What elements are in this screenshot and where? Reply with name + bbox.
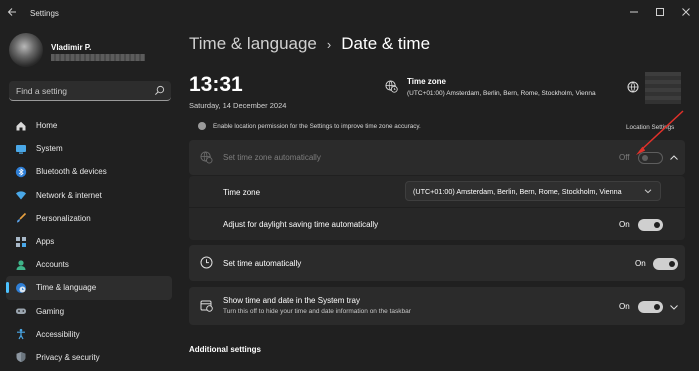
- minimize-button[interactable]: [621, 4, 647, 20]
- chevron-down-icon[interactable]: [669, 302, 679, 312]
- system-tray-description: Turn this off to hide your time and date…: [223, 308, 411, 315]
- wifi-icon: [15, 189, 27, 201]
- timezone-summary-title: Time zone: [407, 77, 446, 86]
- globe-clock-icon: [15, 282, 27, 294]
- auto-timezone-label: Set time zone automatically: [223, 153, 321, 162]
- sidebar-item-label: Accounts: [36, 260, 69, 270]
- search-icon: [155, 85, 165, 95]
- page-title: Date & time: [341, 34, 431, 53]
- auto-time-state: On: [635, 259, 646, 268]
- globe-icon: [627, 81, 639, 93]
- chevron-down-icon: [644, 189, 652, 194]
- sidebar-item-system[interactable]: System: [6, 137, 172, 160]
- profile-email-redacted: [51, 54, 145, 61]
- divider: [189, 207, 685, 208]
- current-date: Saturday, 14 December 2024: [189, 101, 287, 110]
- chevron-up-icon[interactable]: [669, 153, 679, 163]
- sidebar-item-label: Network & internet: [36, 190, 102, 200]
- search-input[interactable]: Find a setting: [9, 81, 171, 101]
- sidebar-item-label: Accessibility: [36, 329, 80, 339]
- sidebar-item-home[interactable]: Home: [6, 114, 172, 137]
- sidebar-item-label: Home: [36, 121, 58, 131]
- system-tray-card[interactable]: Show time and date in the System tray Tu…: [189, 287, 685, 325]
- apps-icon: [15, 236, 27, 248]
- timezone-sync-icon: [200, 151, 213, 164]
- auto-timezone-card[interactable]: Set time zone automatically Off: [189, 140, 685, 175]
- breadcrumb-separator: ›: [326, 36, 332, 52]
- dst-label: Adjust for daylight saving time automati…: [223, 220, 379, 229]
- sidebar-item-label: Apps: [36, 237, 55, 247]
- calendar-clock-icon: [200, 300, 213, 312]
- additional-clock-redacted: [645, 72, 681, 104]
- location-settings-link[interactable]: Location Settings: [626, 124, 674, 131]
- system-tray-state: On: [619, 302, 630, 311]
- close-button[interactable]: [673, 4, 699, 20]
- maximize-icon: [656, 8, 664, 16]
- system-tray-toggle[interactable]: [638, 301, 663, 313]
- location-notice: Enable location permission for the Setti…: [198, 122, 421, 130]
- breadcrumb-parent[interactable]: Time & language: [189, 34, 317, 54]
- sidebar-item-privacy[interactable]: Privacy & security: [6, 346, 172, 369]
- sidebar-item-label: Bluetooth & devices: [36, 167, 107, 177]
- timezone-icon: [385, 80, 398, 93]
- sidebar-item-label: Time & language: [36, 283, 97, 293]
- shield-icon: [15, 351, 27, 363]
- brush-icon: [15, 212, 27, 224]
- breadcrumb: Time & language › Date & time: [189, 34, 430, 54]
- sidebar-item-time-language[interactable]: Time & language: [6, 276, 172, 300]
- person-icon: [15, 259, 27, 271]
- info-icon: [198, 122, 206, 130]
- location-notice-text: Enable location permission for the Setti…: [213, 122, 421, 130]
- sidebar-item-personalization[interactable]: Personalization: [6, 207, 172, 230]
- sidebar-item-label: System: [36, 144, 63, 154]
- clock-icon: [200, 256, 213, 269]
- minimize-icon: [630, 11, 638, 13]
- accessibility-icon: [15, 328, 27, 340]
- auto-time-toggle[interactable]: [653, 258, 678, 270]
- sidebar-item-apps[interactable]: Apps: [6, 230, 172, 253]
- auto-timezone-toggle[interactable]: [638, 152, 663, 164]
- dst-toggle[interactable]: [638, 219, 663, 231]
- timezone-dropdown[interactable]: (UTC+01:00) Amsterdam, Berlin, Bern, Rom…: [405, 181, 661, 201]
- current-time: 13:31: [189, 73, 243, 96]
- dst-state: On: [619, 220, 630, 229]
- sidebar-item-label: Privacy & security: [36, 352, 100, 362]
- bluetooth-icon: [15, 166, 27, 178]
- auto-timezone-state: Off: [619, 153, 630, 162]
- sidebar-item-gaming[interactable]: Gaming: [6, 300, 172, 323]
- auto-time-label: Set time automatically: [223, 259, 302, 268]
- back-arrow-icon[interactable]: [6, 7, 18, 19]
- additional-settings-heading: Additional settings: [189, 345, 261, 354]
- sidebar-item-label: Personalization: [36, 213, 91, 223]
- avatar[interactable]: [9, 33, 43, 67]
- gamepad-icon: [15, 305, 27, 317]
- close-icon: [682, 8, 690, 16]
- timezone-label: Time zone: [223, 188, 261, 197]
- maximize-button[interactable]: [647, 4, 673, 20]
- system-tray-label: Show time and date in the System tray: [223, 296, 360, 305]
- sidebar-nav: Home System Bluetooth & devices Network …: [6, 114, 172, 369]
- sidebar-item-accessibility[interactable]: Accessibility: [6, 323, 172, 346]
- sidebar-item-network[interactable]: Network & internet: [6, 184, 172, 207]
- title-bar: Settings: [0, 0, 699, 26]
- home-icon: [15, 120, 27, 132]
- sidebar-item-accounts[interactable]: Accounts: [6, 253, 172, 276]
- timezone-summary-value: (UTC+01:00) Amsterdam, Berlin, Bern, Rom…: [407, 90, 596, 97]
- profile-name: Vladimir P.: [51, 43, 92, 52]
- app-title: Settings: [30, 9, 59, 18]
- timezone-dropdown-value: (UTC+01:00) Amsterdam, Berlin, Bern, Rom…: [413, 187, 622, 196]
- auto-time-card: Set time automatically On: [189, 245, 685, 281]
- search-placeholder: Find a setting: [16, 86, 68, 96]
- sidebar-item-bluetooth[interactable]: Bluetooth & devices: [6, 160, 172, 183]
- sidebar-item-label: Gaming: [36, 306, 65, 316]
- monitor-icon: [15, 143, 27, 155]
